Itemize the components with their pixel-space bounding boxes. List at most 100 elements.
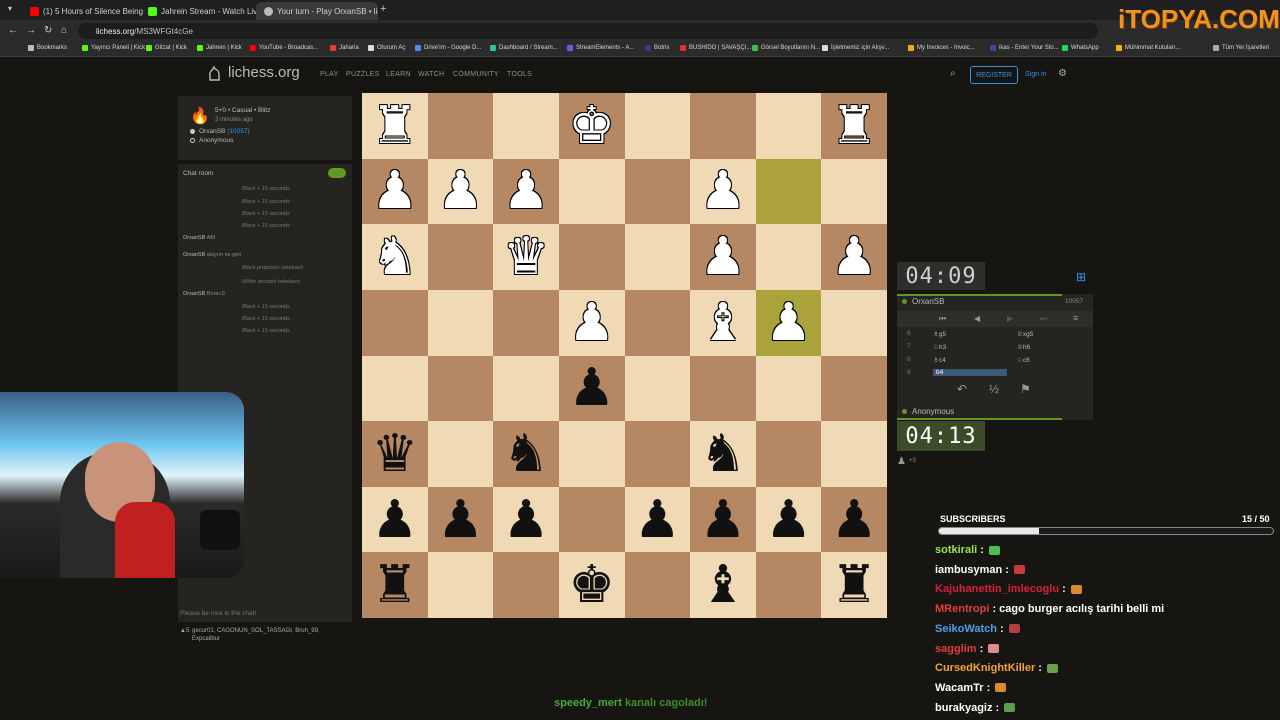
board-square-b1[interactable] <box>427 552 494 618</box>
bookmark-item[interactable]: Yayıncı Paneli | Kick <box>82 45 145 51</box>
board-square-h1[interactable]: ♜ <box>821 552 887 618</box>
white-bishop-piece[interactable]: ♝ <box>700 297 747 349</box>
board-square-f2[interactable]: ♟ <box>690 486 756 553</box>
home-icon[interactable]: ⌂ <box>61 25 67 36</box>
black-pawn-piece[interactable]: ♟ <box>568 362 615 414</box>
white-rook-piece[interactable]: ♜ <box>831 100 878 152</box>
black-rook-piece[interactable]: ♜ <box>372 559 419 611</box>
board-square-h6[interactable]: ♟ <box>821 224 887 290</box>
board-square-d1[interactable]: ♚ <box>558 552 625 618</box>
black-pawn-piece[interactable]: ♟ <box>634 494 681 546</box>
black-knight-piece[interactable]: ♞ <box>503 428 550 480</box>
new-tab-icon[interactable]: + <box>380 3 386 15</box>
black-pawn-piece[interactable]: ♟ <box>765 494 812 546</box>
board-square-b4[interactable] <box>427 355 494 422</box>
board-square-h4[interactable] <box>821 355 887 422</box>
bookmark-item[interactable]: Botrix <box>645 45 669 51</box>
chat-user[interactable]: OrxanSB <box>183 235 205 241</box>
register-button[interactable]: REGISTER <box>970 66 1018 84</box>
takeback-icon[interactable]: ↶ <box>957 382 967 396</box>
board-square-e6[interactable] <box>624 224 691 290</box>
chessboard[interactable]: ♜ ♚ ♜ ♟ ♟ ♟ ♟ ♞ ♛ ♟ ♟ ♟ ♝ ♟ ♟ ♛ ♞ ♞ ♟ ♟ ♟ ♟ ♟ ♟ ♟ ♜ ♚ ♝ ♜ <box>362 93 887 618</box>
bookmark-item[interactable]: Dashboard / Stream... <box>490 45 558 51</box>
white-move[interactable]: ♘h3 <box>933 343 946 351</box>
black-pawn-piece[interactable]: ♟ <box>437 494 484 546</box>
nav-tools[interactable]: TOOLS <box>507 71 532 78</box>
board-square-f7[interactable]: ♟ <box>690 158 756 225</box>
board-square-a3[interactable]: ♛ <box>362 421 428 487</box>
board-square-h8[interactable]: ♜ <box>821 93 887 159</box>
board-square-d2[interactable] <box>558 486 625 553</box>
white-pawn-piece[interactable]: ♟ <box>700 231 747 283</box>
bookmark-item[interactable]: WhatsApp <box>1062 45 1099 51</box>
bookmark-item[interactable]: ikas - Enter Your Sto... <box>990 45 1059 51</box>
bookmark-item[interactable]: İşletmemiz için Alışv... <box>822 45 889 51</box>
bookmark-item[interactable]: YouTube - Broadcas... <box>250 45 318 51</box>
browser-tab-kick[interactable]: Jahrein Stream - Watch Live on ✕ <box>140 2 262 20</box>
black-bishop-piece[interactable]: ♝ <box>700 559 747 611</box>
menu-icon[interactable]: ≡ <box>1073 313 1078 323</box>
board-square-h5[interactable] <box>821 289 887 356</box>
bookmark-item[interactable]: Mühimmat Kutuları... <box>1116 45 1180 51</box>
tab-search-icon[interactable]: ▾ <box>8 4 12 13</box>
board-square-a7[interactable]: ♟ <box>362 158 428 225</box>
white-pawn-piece[interactable]: ♟ <box>765 297 812 349</box>
white-move[interactable]: ♗g5 <box>933 330 946 338</box>
board-square-b7[interactable]: ♟ <box>427 158 494 225</box>
bookmark-item[interactable]: My Invoices - Invoic... <box>908 45 975 51</box>
white-pawn-piece[interactable]: ♟ <box>700 165 747 217</box>
board-square-a5[interactable] <box>362 289 428 356</box>
board-square-g6[interactable] <box>755 224 822 290</box>
browser-tab-youtube[interactable]: (1) 5 Hours of Silence Being Ra ✕ <box>22 2 144 20</box>
reload-icon[interactable]: ↻ <box>44 25 52 36</box>
top-player-name[interactable]: OrxanSB <box>912 297 944 306</box>
white-move[interactable]: b4 <box>933 369 1007 376</box>
board-square-e7[interactable] <box>624 158 691 225</box>
chat-user[interactable]: OrxanSB <box>183 252 205 258</box>
nav-puzzles[interactable]: PUZZLES <box>346 71 380 78</box>
white-queen-piece[interactable]: ♛ <box>503 231 550 283</box>
black-move[interactable]: ♘c6 <box>1017 356 1030 364</box>
board-square-f6[interactable]: ♟ <box>690 224 756 290</box>
board-square-a8[interactable]: ♜ <box>362 93 428 159</box>
board-square-c1[interactable] <box>493 552 559 618</box>
last-move-icon[interactable]: ⏭ <box>1040 314 1047 324</box>
bookmark-item[interactable]: Oturum Aç <box>368 45 405 51</box>
board-square-h2[interactable]: ♟ <box>821 486 887 553</box>
board-square-f8[interactable] <box>690 93 756 159</box>
board-square-b6[interactable] <box>427 224 494 290</box>
black-move[interactable]: ♕xg5 <box>1017 330 1033 338</box>
board-square-b3[interactable] <box>427 421 494 487</box>
board-square-e5[interactable] <box>624 289 691 356</box>
bookmark-item[interactable]: Drive'ım - Google D... <box>415 45 482 51</box>
black-queen-piece[interactable]: ♛ <box>372 428 419 480</box>
board-square-h7[interactable] <box>821 158 887 225</box>
board-square-c3[interactable]: ♞ <box>493 421 559 487</box>
nav-watch[interactable]: WATCH <box>418 71 444 78</box>
white-knight-piece[interactable]: ♞ <box>372 231 419 283</box>
chat-toggle[interactable] <box>328 168 346 178</box>
white-rook-piece[interactable]: ♜ <box>372 100 419 152</box>
black-pawn-piece[interactable]: ♟ <box>372 494 419 546</box>
white-player-name[interactable]: OrxanSB (10057) <box>199 128 250 135</box>
board-square-d7[interactable] <box>558 158 625 225</box>
bookmark-item[interactable]: Tüm Yer İşaretleri <box>1213 45 1269 51</box>
bookmark-item[interactable]: StreamElements - A... <box>567 45 634 51</box>
board-square-c5[interactable] <box>493 289 559 356</box>
board-square-g5[interactable]: ♟ <box>755 289 822 356</box>
black-move[interactable]: ♕h6 <box>1017 343 1030 351</box>
board-square-a4[interactable] <box>362 355 428 422</box>
board-square-e3[interactable] <box>624 421 691 487</box>
nav-play[interactable]: PLAY <box>320 71 339 78</box>
bookmark-item[interactable]: Jaharia <box>330 45 359 51</box>
black-pawn-piece[interactable]: ♟ <box>831 494 878 546</box>
lichess-logo[interactable]: lichess.org <box>206 64 300 81</box>
board-square-e8[interactable] <box>624 93 691 159</box>
board-square-h3[interactable] <box>821 421 887 487</box>
board-square-c2[interactable]: ♟ <box>493 486 559 553</box>
board-square-b5[interactable] <box>427 289 494 356</box>
board-square-f3[interactable]: ♞ <box>690 421 756 487</box>
bookmark-item[interactable]: Jahrein | Kick <box>197 45 242 51</box>
search-icon[interactable]: ⌕ <box>950 68 956 79</box>
board-square-g7[interactable] <box>755 158 822 225</box>
